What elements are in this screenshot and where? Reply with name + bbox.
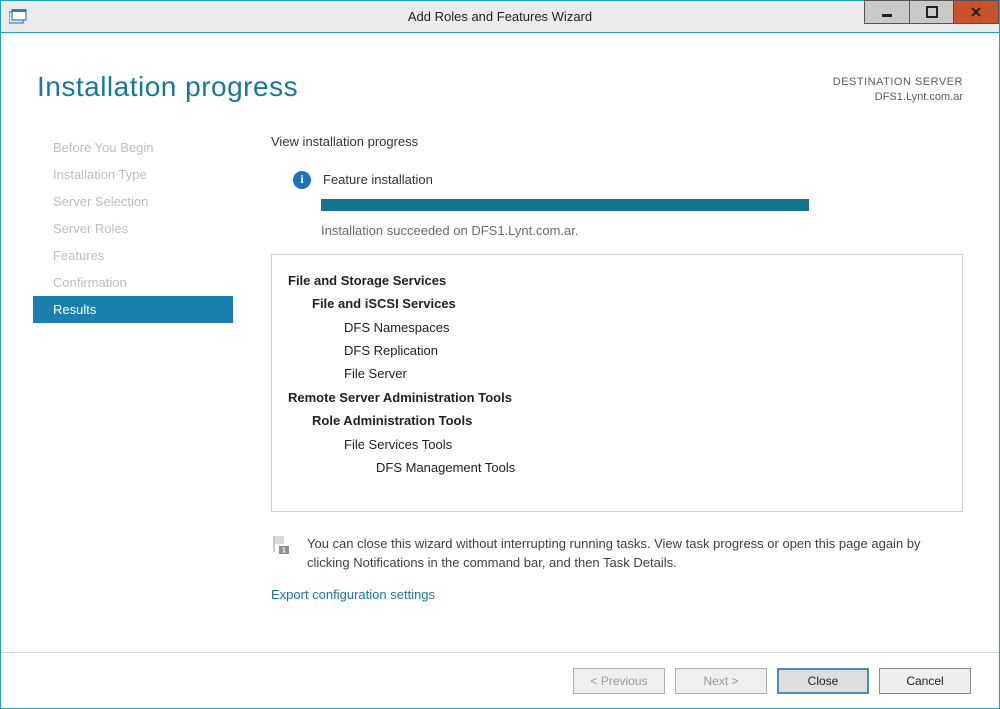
tree-item: File and iSCSI Services [288, 292, 946, 315]
previous-button: < Previous [573, 668, 665, 694]
export-config-link[interactable]: Export configuration settings [271, 587, 435, 602]
hint-text: You can close this wizard without interr… [307, 534, 963, 573]
progress-bar [321, 199, 809, 211]
wizard-step-installation-type: Installation Type [33, 161, 233, 188]
app-icon [9, 9, 27, 25]
main-heading: View installation progress [271, 134, 963, 149]
svg-text:1: 1 [282, 547, 286, 554]
tree-item: File Services Tools [288, 433, 946, 456]
tree-item: File Server [288, 362, 946, 385]
main-panel: View installation progress i Feature ins… [233, 134, 963, 602]
wizard-step-server-selection: Server Selection [33, 188, 233, 215]
progress-fill [321, 199, 809, 211]
maximize-button[interactable] [909, 0, 954, 24]
destination-block: DESTINATION SERVER DFS1.Lynt.com.ar [833, 71, 963, 106]
content-area: Installation progress DESTINATION SERVER… [1, 33, 999, 708]
cancel-button[interactable]: Cancel [879, 668, 971, 694]
tree-item: DFS Namespaces [288, 316, 946, 339]
flag-icon: 1 [271, 534, 293, 556]
tree-item: DFS Management Tools [288, 456, 946, 479]
feature-label: Feature installation [323, 172, 433, 187]
destination-server: DFS1.Lynt.com.ar [833, 90, 963, 105]
tree-item: File and Storage Services [288, 269, 946, 292]
wizard-step-results: Results [33, 296, 233, 323]
wizard-step-confirmation: Confirmation [33, 269, 233, 296]
next-button: Next > [675, 668, 767, 694]
window-title: Add Roles and Features Wizard [1, 9, 999, 24]
wizard-steps: Before You BeginInstallation TypeServer … [33, 134, 233, 602]
wizard-step-before-you-begin: Before You Begin [33, 134, 233, 161]
close-button[interactable]: Close [777, 668, 869, 694]
hint-row: 1 You can close this wizard without inte… [271, 534, 963, 573]
info-icon: i [293, 171, 311, 189]
body-row: Before You BeginInstallation TypeServer … [1, 134, 999, 602]
page-title: Installation progress [37, 71, 298, 103]
tree-item: DFS Replication [288, 339, 946, 362]
titlebar: Add Roles and Features Wizard [1, 1, 999, 33]
status-text: Installation succeeded on DFS1.Lynt.com.… [321, 223, 963, 238]
header-row: Installation progress DESTINATION SERVER… [1, 33, 999, 106]
footer: < Previous Next > Close Cancel [1, 652, 999, 708]
tree-item: Remote Server Administration Tools [288, 386, 946, 409]
install-tree: File and Storage ServicesFile and iSCSI … [271, 254, 963, 512]
destination-label: DESTINATION SERVER [833, 75, 963, 90]
tree-item: Role Administration Tools [288, 409, 946, 432]
minimize-button[interactable] [864, 0, 909, 24]
wizard-step-features: Features [33, 242, 233, 269]
wizard-step-server-roles: Server Roles [33, 215, 233, 242]
window-controls [864, 1, 999, 32]
feature-row: i Feature installation [293, 171, 963, 189]
close-window-button[interactable] [954, 0, 999, 24]
